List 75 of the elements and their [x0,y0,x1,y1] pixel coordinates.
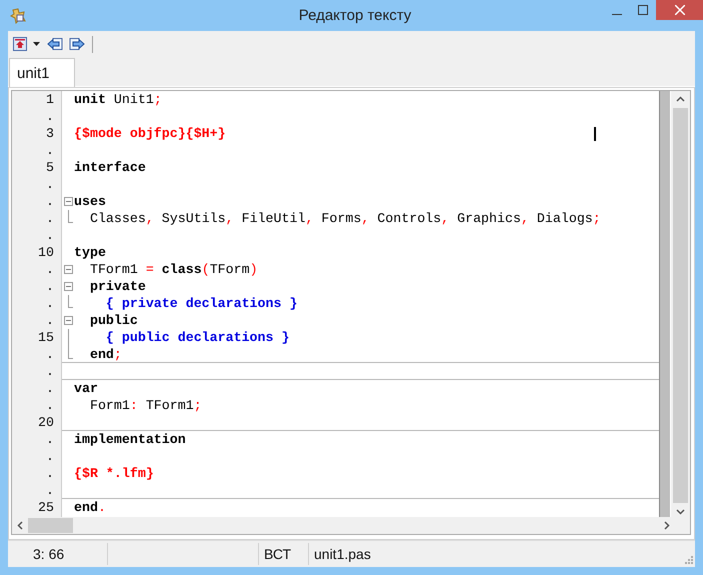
line-number: . [45,313,54,328]
line-number: . [45,262,54,277]
line-number: 1 [45,92,54,107]
app-icon [10,8,26,24]
code-line: type [74,245,106,260]
line-number: . [45,194,54,209]
code-line: {$mode objfpc}{$H+} [74,126,226,141]
line-number: . [45,228,54,243]
line-number: 25 [37,500,54,515]
line-number: . [45,483,54,498]
fold-end-line [68,210,73,223]
collapse-icon[interactable] [64,316,73,325]
scroll-right-icon[interactable] [664,521,670,530]
line-number: . [45,143,54,158]
vertical-scrollbar[interactable] [671,91,690,517]
fold-end-line [68,295,73,308]
line-number: . [45,296,54,311]
line-number: . [45,109,54,124]
code-line: TForm1 = class(TForm) [88,262,258,277]
code-line: unit Unit1; [74,92,162,107]
line-number: 10 [37,245,54,260]
code-line: Form1: TForm1; [88,398,202,413]
code-line: private [88,279,146,294]
line-number: . [45,364,54,379]
code-line: interface [74,160,146,175]
scroll-thumb[interactable] [28,518,73,533]
line-number: . [45,211,54,226]
line-number: 5 [45,160,54,175]
window-title: Редактор тексту [298,7,412,24]
line-number: 20 [37,415,54,430]
line-number: 15 [37,330,54,345]
line-number: . [45,381,54,396]
line-number: . [45,398,54,413]
right-arrow-icon [69,38,85,50]
maximize-icon [638,5,648,15]
fold-line [68,329,69,346]
collapse-icon[interactable] [64,197,73,206]
up-arrow-page-icon [13,37,27,51]
back-button[interactable] [45,36,65,52]
scroll-up-icon[interactable] [676,96,685,102]
fold-end-line [68,346,73,358]
code-line: {$R *.lfm} [74,466,154,481]
scroll-thumb[interactable] [673,108,688,503]
left-arrow-icon [47,38,63,50]
line-number: 3 [45,126,54,141]
code-line: Classes, SysUtils, FileUtil, Forms, Controls, Graphics, Dialogs; [88,211,601,226]
collapse-icon[interactable] [64,265,73,274]
code-line: public [88,313,138,328]
close-icon [674,5,684,15]
code-line: implementation [74,432,186,447]
scroll-left-icon[interactable] [17,521,23,530]
resize-grip-icon[interactable] [684,554,693,564]
line-number: . [45,466,54,481]
line-number: . [45,432,54,447]
code-line: { private declarations } [104,296,298,311]
collapse-icon[interactable] [64,282,73,291]
insert-mode: ВСТ [259,543,309,565]
line-number: . [45,347,54,362]
caret-icon [33,42,40,46]
code-line: var [74,381,98,396]
line-number: . [45,279,54,294]
code-line: { public declarations } [104,330,290,345]
cursor-position: 3: 66 [8,543,108,565]
code-line: uses [74,194,106,209]
home-button[interactable] [11,35,43,53]
forward-button[interactable] [67,36,87,52]
code-line: end. [74,500,106,515]
close-button[interactable] [656,0,703,20]
line-number: . [45,449,54,464]
scroll-down-icon[interactable] [676,509,685,515]
horizontal-scrollbar[interactable] [12,517,690,534]
file-name: unit1.pas [313,545,371,564]
code-line: end; [88,346,122,362]
line-number: . [45,177,54,192]
editor-tab[interactable]: unit1 [9,58,75,87]
